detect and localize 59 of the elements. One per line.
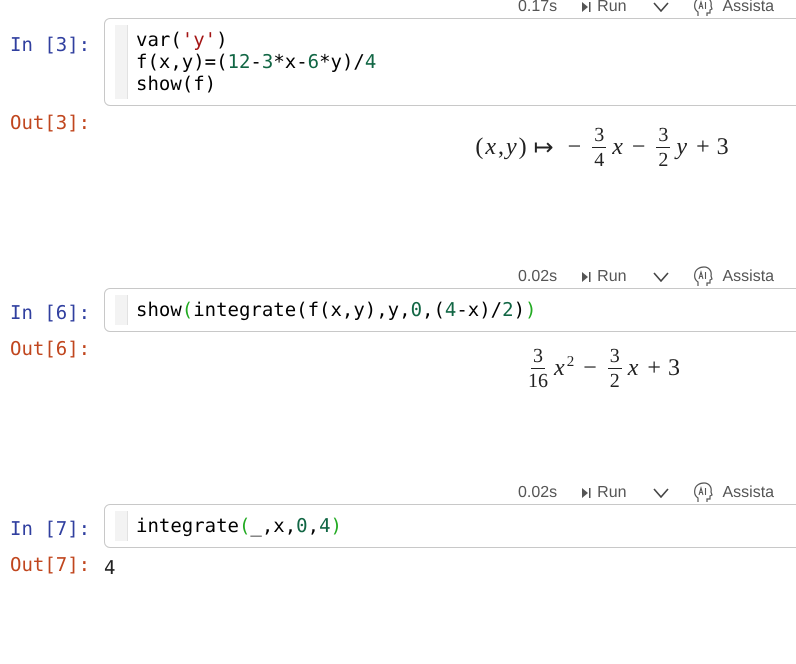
math-symbol: ( bbox=[475, 134, 484, 160]
math-symbol: 3 bbox=[716, 134, 729, 160]
run-button[interactable]: Run bbox=[581, 484, 626, 502]
code-editor[interactable]: integrate(_,x,0,4) bbox=[104, 504, 796, 548]
math-power: x$^{2}$ bbox=[554, 354, 574, 382]
math-operator: − bbox=[583, 354, 597, 382]
run-icon bbox=[581, 487, 592, 499]
execution-time: 0.02s bbox=[518, 268, 558, 286]
run-button[interactable]: Run bbox=[581, 0, 626, 16]
editor-gutter bbox=[115, 511, 128, 541]
math-operator: + bbox=[696, 134, 710, 160]
assistant-head-icon[interactable] bbox=[692, 0, 712, 18]
fraction-numerator: 3 bbox=[531, 344, 546, 368]
assistant-head-icon[interactable] bbox=[692, 482, 712, 504]
execution-time: 0.17s bbox=[518, 0, 558, 16]
fraction-denominator: 2 bbox=[610, 368, 620, 392]
code-line: show(f) bbox=[136, 73, 218, 95]
fraction-numerator: 3 bbox=[608, 344, 622, 368]
math-symbol: x bbox=[485, 134, 496, 160]
code-line: f(x,y)=(12-3*x-6*y)/4 bbox=[136, 51, 376, 73]
code-editor[interactable]: var('y') f(x,y)=(12-3*x-6*y)/4 show(f) bbox=[104, 18, 796, 106]
run-icon bbox=[581, 271, 592, 283]
output-text: 4 bbox=[104, 556, 116, 579]
math-operator: − bbox=[632, 134, 646, 160]
code-line: show(integrate(f(x,y),y,0,(4-x)/2)) bbox=[136, 299, 536, 321]
math-symbol: y bbox=[676, 134, 688, 160]
math-operator: + bbox=[647, 354, 661, 382]
execution-time: 0.02s bbox=[518, 484, 558, 502]
fraction-denominator: 4 bbox=[594, 148, 604, 172]
output-prompt: Out[7]: bbox=[9, 554, 92, 576]
input-prompt: In [7]: bbox=[9, 517, 92, 540]
output-prompt: Out[3]: bbox=[9, 112, 92, 134]
run-button[interactable]: Run bbox=[581, 268, 626, 286]
code-editor[interactable]: show(integrate(f(x,y),y,0,(4-x)/2)) bbox=[104, 288, 796, 332]
math-symbol: x bbox=[612, 134, 623, 160]
code-line: var('y') bbox=[136, 29, 229, 51]
chevron-down-icon[interactable] bbox=[652, 2, 668, 12]
chevron-down-icon[interactable] bbox=[652, 488, 668, 498]
input-prompt: In [6]: bbox=[9, 301, 92, 324]
math-symbol: y bbox=[506, 134, 517, 160]
fraction-numerator: 3 bbox=[656, 122, 670, 148]
math-symbol: , bbox=[498, 134, 504, 160]
fraction-denominator: 16 bbox=[528, 368, 548, 392]
fraction-numerator: 3 bbox=[592, 122, 606, 148]
editor-gutter bbox=[115, 295, 128, 325]
assistant-button[interactable]: Assista bbox=[722, 484, 774, 502]
chevron-down-icon[interactable] bbox=[652, 272, 668, 282]
math-operator: − bbox=[568, 134, 582, 160]
run-icon bbox=[581, 1, 592, 13]
math-symbol: 3 bbox=[668, 354, 680, 382]
output-prompt: Out[6]: bbox=[9, 338, 92, 360]
math-operator: ↦ bbox=[534, 134, 554, 162]
code-line: integrate(_,x,0,4) bbox=[136, 515, 342, 537]
math-symbol: x bbox=[628, 354, 638, 382]
fraction-denominator: 2 bbox=[658, 148, 668, 172]
assistant-head-icon[interactable] bbox=[692, 266, 712, 288]
math-symbol: ) bbox=[518, 134, 527, 160]
input-prompt: In [3]: bbox=[9, 33, 92, 56]
assistant-button[interactable]: Assista bbox=[722, 268, 774, 286]
